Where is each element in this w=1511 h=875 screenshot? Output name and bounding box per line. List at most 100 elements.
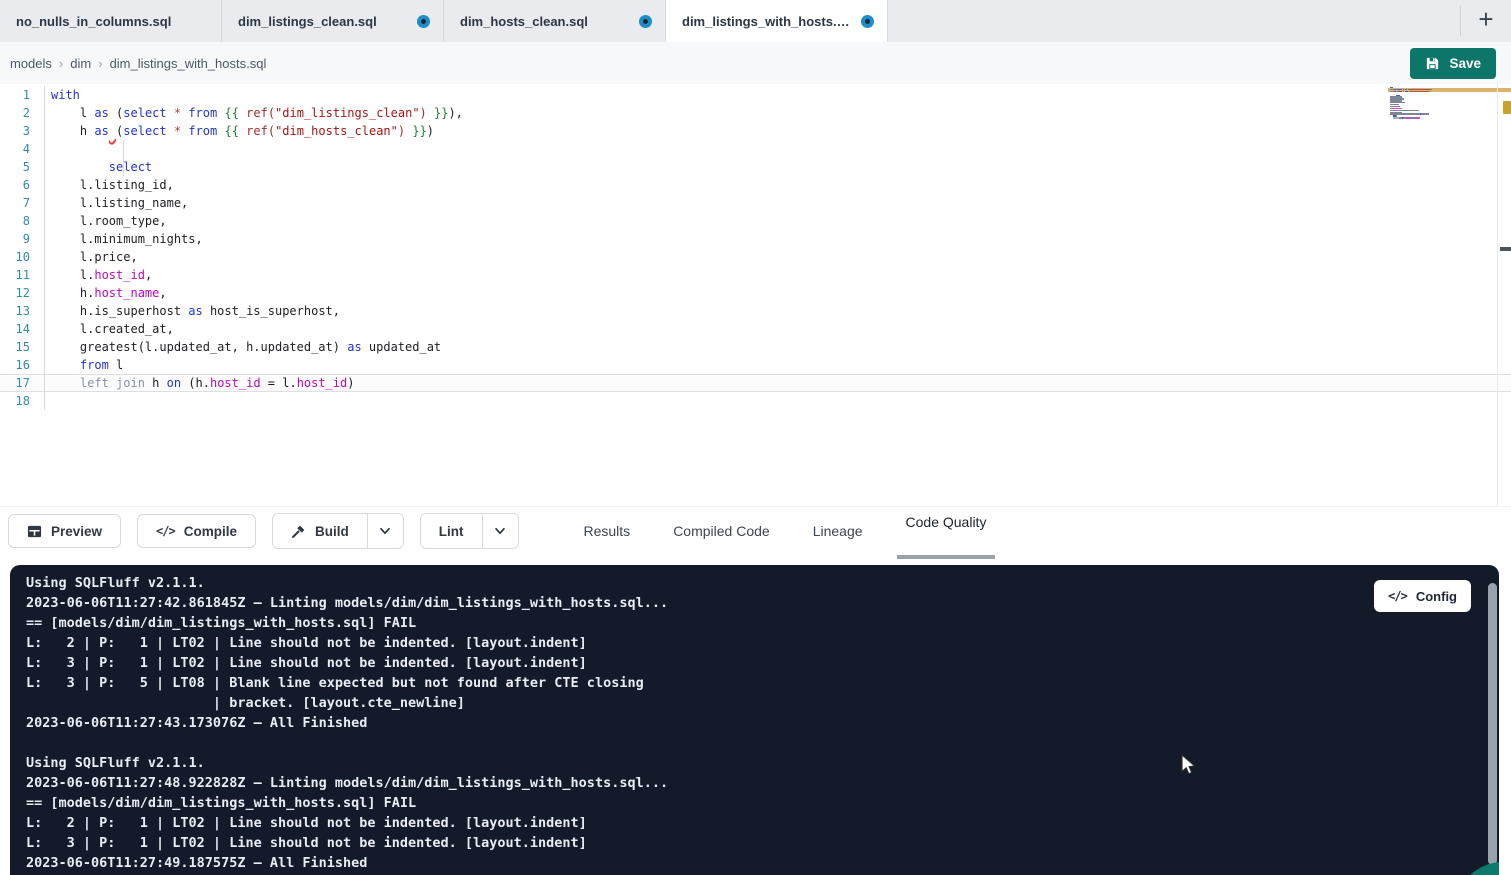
line-number: 9: [0, 230, 45, 248]
editor-tab-dim-listings-with-hosts-sql[interactable]: dim_listings_with_hosts.sql: [666, 0, 888, 42]
code-line[interactable]: 14 l.created_at,: [0, 320, 1511, 338]
tab-results[interactable]: Results: [579, 507, 636, 555]
chevron-down-icon: [378, 524, 392, 538]
terminal-log-line: == [models/dim/dim_listings_with_hosts.s…: [26, 793, 1499, 813]
tab-lineage[interactable]: Lineage: [808, 507, 868, 555]
code-text: l.minimum_nights,: [45, 230, 203, 248]
line-number: 8: [0, 212, 45, 230]
code-text: with: [45, 86, 80, 104]
code-editor[interactable]: 1with2 l as (select * from {{ ref("dim_l…: [0, 84, 1511, 506]
preview-button-label: Preview: [51, 524, 102, 539]
tab-compiled-code[interactable]: Compiled Code: [668, 507, 775, 555]
terminal-log-line: Using SQLFluff v2.1.1.: [26, 753, 1499, 773]
code-text: greatest(l.updated_at, h.updated_at) as …: [45, 338, 441, 356]
editor-tab-dim-listings-clean-sql[interactable]: dim_listings_clean.sql: [222, 0, 444, 42]
code-line[interactable]: 9 l.minimum_nights,: [0, 230, 1511, 248]
editor-tab-dim-hosts-clean-sql[interactable]: dim_hosts_clean.sql: [444, 0, 666, 42]
code-line[interactable]: 7 l.listing_name,: [0, 194, 1511, 212]
code-line[interactable]: 2 l as (select * from {{ ref("dim_listin…: [0, 104, 1511, 122]
save-button[interactable]: Save: [1410, 48, 1496, 79]
scrollbar-position-marker: [1500, 247, 1511, 251]
line-number: 6: [0, 176, 45, 194]
code-lines: 1with2 l as (select * from {{ ref("dim_l…: [0, 84, 1511, 410]
code-text: h.is_superhost as host_is_superhost,: [45, 302, 340, 320]
line-number: 1: [0, 86, 45, 104]
code-line[interactable]: 17 left join h on (h.host_id = l.host_id…: [0, 374, 1511, 392]
terminal-log-line: 2023-06-06T11:27:48.922828Z — Linting mo…: [26, 773, 1499, 793]
config-button-label: Config: [1416, 589, 1457, 604]
code-text: h as (select * from {{ ref("dim_hosts_cl…: [45, 122, 434, 140]
line-number: 2: [0, 104, 45, 122]
breadcrumb: models›dim›dim_listings_with_hosts.sql: [10, 56, 266, 71]
result-tabs: ResultsCompiled CodeLineageCode Quality: [579, 507, 992, 555]
code-line[interactable]: 16 from l: [0, 356, 1511, 374]
terminal-scrollbar[interactable]: [1488, 583, 1497, 865]
code-text: from l: [45, 356, 123, 374]
unsaved-indicator-icon: [417, 15, 430, 28]
tab-label: dim_hosts_clean.sql: [460, 14, 588, 29]
config-button[interactable]: </> Config: [1374, 580, 1471, 612]
hammer-icon: [291, 524, 306, 539]
line-number: 16: [0, 356, 45, 374]
terminal-log-line: 2023-06-06T11:27:43.173076Z — All Finish…: [26, 713, 1499, 733]
compile-button[interactable]: </>Compile: [137, 514, 256, 548]
build-button-label: Build: [315, 524, 349, 539]
tab-label: no_nulls_in_columns.sql: [16, 14, 171, 29]
breadcrumb-item[interactable]: dim_listings_with_hosts.sql: [110, 56, 267, 71]
code-line[interactable]: 15 greatest(l.updated_at, h.updated_at) …: [0, 338, 1511, 356]
terminal-panel[interactable]: Using SQLFluff v2.1.1.2023-06-06T11:27:4…: [10, 565, 1499, 875]
line-number: 17: [0, 374, 45, 392]
editor-scrollbar-track[interactable]: [1497, 84, 1498, 506]
unsaved-indicator-icon: [861, 15, 874, 28]
tab-code-quality[interactable]: Code Quality: [901, 501, 992, 562]
save-floppy-icon: [1425, 56, 1440, 71]
code-line[interactable]: 10 l.price,: [0, 248, 1511, 266]
code-line[interactable]: 18: [0, 392, 1511, 410]
lint-dropdown-button[interactable]: [482, 514, 518, 548]
new-tab-button[interactable]: +: [1461, 0, 1511, 42]
indent-guide: [123, 140, 124, 176]
minimap[interactable]: [1390, 87, 1462, 121]
line-number: 15: [0, 338, 45, 356]
breadcrumb-item[interactable]: models: [10, 56, 52, 71]
code-line[interactable]: 13 h.is_superhost as host_is_superhost,: [0, 302, 1511, 320]
toolbar-buttons: Preview </>Compile Build Lint: [8, 513, 535, 549]
code-line[interactable]: 11 l.host_id,: [0, 266, 1511, 284]
terminal-log-line: L: 2 | P: 1 | LT02 | Line should not be …: [26, 633, 1499, 653]
tab-bar-spacer: [888, 0, 1460, 42]
preview-button[interactable]: Preview: [8, 514, 121, 548]
editor-tab-no-nulls-in-columns-sql[interactable]: no_nulls_in_columns.sql: [0, 0, 222, 42]
lint-button-group: Lint: [420, 513, 519, 549]
build-dropdown-button[interactable]: [367, 514, 403, 548]
minimap-line: [1390, 119, 1462, 120]
code-text: h.host_name,: [45, 284, 167, 302]
compile-button-label: Compile: [184, 524, 237, 539]
terminal-log-line: L: 2 | P: 1 | LT02 | Line should not be …: [26, 813, 1499, 833]
line-number: 12: [0, 284, 45, 302]
build-button[interactable]: Build: [273, 514, 367, 548]
code-text: [45, 140, 51, 158]
code-line[interactable]: 8 l.room_type,: [0, 212, 1511, 230]
save-button-label: Save: [1449, 56, 1481, 71]
code-line[interactable]: 4: [0, 140, 1511, 158]
code-line[interactable]: 3 h as (select * from {{ ref("dim_hosts_…: [0, 122, 1511, 140]
lint-button-label: Lint: [439, 524, 464, 539]
terminal-log-line: [26, 733, 1499, 753]
code-text: [45, 392, 51, 410]
build-button-group: Build: [272, 513, 404, 549]
code-text: l.price,: [45, 248, 138, 266]
code-line[interactable]: 5 select: [0, 158, 1511, 176]
breadcrumb-item[interactable]: dim: [70, 56, 91, 71]
code-line[interactable]: 1with: [0, 86, 1511, 104]
terminal-log-line: Using SQLFluff v2.1.1.: [26, 573, 1499, 593]
terminal-log: Using SQLFluff v2.1.1.2023-06-06T11:27:4…: [26, 573, 1499, 873]
terminal-log-line: 2023-06-06T11:27:49.187575Z — All Finish…: [26, 853, 1499, 873]
breadcrumb-separator: ›: [98, 56, 102, 71]
code-line[interactable]: 6 l.listing_id,: [0, 176, 1511, 194]
tab-label: dim_listings_clean.sql: [238, 14, 377, 29]
line-number: 4: [0, 140, 45, 158]
code-line[interactable]: 12 h.host_name,: [0, 284, 1511, 302]
lint-button[interactable]: Lint: [421, 514, 482, 548]
terminal-log-line: == [models/dim/dim_listings_with_hosts.s…: [26, 613, 1499, 633]
editor-toolbar: Preview </>Compile Build Lint Results Compil…: [0, 506, 1511, 555]
